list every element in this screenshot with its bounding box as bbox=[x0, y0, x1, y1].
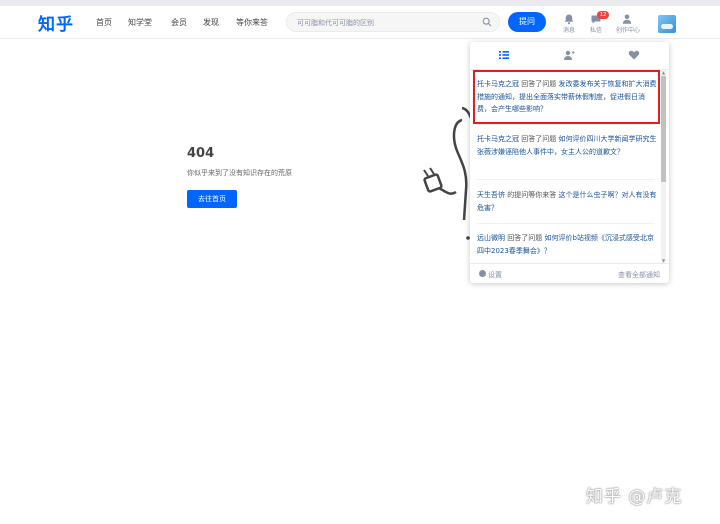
list-item[interactable]: 远山微明 回答了问题 如何评价b站视频《沉浸式感受北京四中2023春季舞会》？ bbox=[477, 232, 657, 257]
search-box[interactable]: 可可脂和代可可脂的区别 bbox=[286, 12, 500, 32]
scroll-up-arrow[interactable]: ▲ bbox=[661, 70, 666, 75]
go-home-button[interactable]: 去往首页 bbox=[187, 190, 237, 208]
avatar[interactable] bbox=[658, 15, 676, 33]
nav-waiting-answers[interactable]: 等你来答 bbox=[236, 17, 268, 28]
top-header: 知乎 首页 知学堂 会员 发现 等你来答 可可脂和代可可脂的区别 提问 消息 私… bbox=[0, 6, 720, 39]
nav-vip[interactable]: 会员 bbox=[171, 17, 187, 28]
heart-icon[interactable] bbox=[628, 49, 640, 61]
highlight-box bbox=[473, 70, 660, 124]
creator-center-button[interactable]: 创作中心 bbox=[616, 13, 641, 34]
divider bbox=[477, 223, 655, 224]
notification-tabs bbox=[470, 42, 669, 70]
nav-zhixuetang[interactable]: 知学堂 bbox=[128, 17, 152, 28]
settings-link[interactable]: 设置 bbox=[488, 270, 502, 280]
notification-action: 回答了问题 bbox=[519, 135, 559, 143]
list-item[interactable]: 天生吾侪 的提问等你来答 这个是什么虫子啊？对人有没有危害？ bbox=[477, 189, 657, 214]
notification-action: 回答了问题 bbox=[505, 234, 545, 242]
notification-action: 的提问等你来答 bbox=[505, 191, 559, 199]
ask-question-button[interactable]: 提问 bbox=[508, 12, 546, 32]
error-message: 你似乎来到了没有知识存在的荒原 bbox=[187, 169, 292, 177]
notification-user[interactable]: 托卡马克之冠 bbox=[477, 135, 519, 143]
nav-home[interactable]: 首页 bbox=[96, 17, 112, 28]
user-icon bbox=[622, 14, 632, 24]
messages-label: 消息 bbox=[562, 27, 575, 34]
scrollbar[interactable]: ▲ ▼ bbox=[661, 70, 666, 263]
view-all-notifications-link[interactable]: 查看全部通知 bbox=[618, 270, 660, 280]
messages-button[interactable]: 消息 bbox=[558, 13, 580, 34]
message-count-badge: 12 bbox=[597, 11, 609, 19]
private-messages-label: 私信 bbox=[589, 27, 602, 34]
bell-icon bbox=[564, 14, 574, 25]
list-icon[interactable] bbox=[498, 49, 510, 61]
follow-user-icon[interactable] bbox=[563, 49, 575, 61]
notification-user[interactable]: 天生吾侪 bbox=[477, 191, 505, 199]
error-code: 404 bbox=[187, 146, 215, 161]
notification-footer: 设置 查看全部通知 bbox=[470, 263, 669, 283]
list-item[interactable]: 托卡马克之冠 回答了问题 如何评价四川大学新闻学研究生张薇涉嫌诬陷他人事件中，女… bbox=[477, 133, 657, 158]
gear-icon[interactable] bbox=[479, 270, 486, 277]
zhihu-logo[interactable]: 知乎 bbox=[38, 10, 74, 35]
creator-center-label: 创作中心 bbox=[616, 27, 641, 34]
watermark: 知乎 @卢克 bbox=[586, 487, 683, 507]
divider bbox=[477, 124, 655, 125]
scrollbar-thumb[interactable] bbox=[661, 76, 666, 182]
search-placeholder: 可可脂和代可可脂的区别 bbox=[297, 19, 374, 27]
search-icon[interactable] bbox=[482, 17, 492, 27]
divider bbox=[477, 179, 655, 180]
nav-discover[interactable]: 发现 bbox=[203, 17, 219, 28]
notification-user[interactable]: 远山微明 bbox=[477, 234, 505, 242]
